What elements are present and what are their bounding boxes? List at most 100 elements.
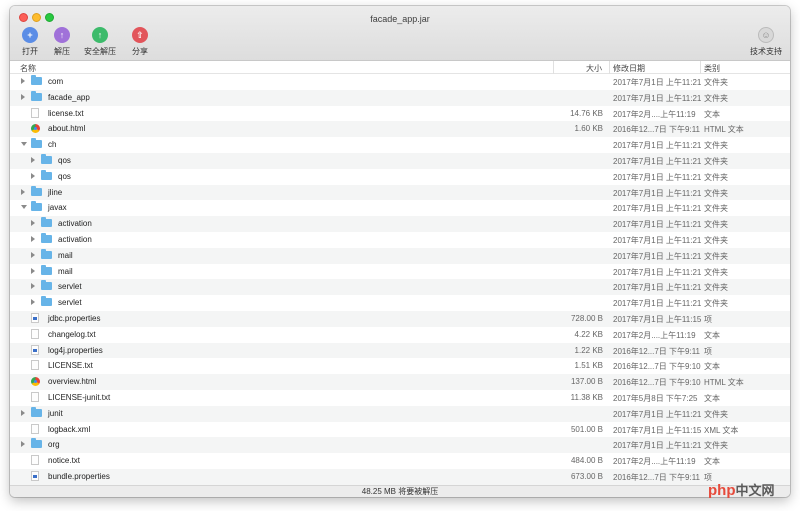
disclosure-closed-icon[interactable] <box>21 78 25 84</box>
disclosure-closed-icon[interactable] <box>21 188 25 195</box>
disclosure-closed-icon[interactable] <box>21 93 25 100</box>
file-row[interactable]: activation 2017年7月1日 上午11:21 文件夹 <box>10 232 790 248</box>
share-button[interactable]: ⇧ 分享 <box>122 27 158 57</box>
safe-extract-icon: ↑ <box>92 27 108 43</box>
file-kind: 文件夹 <box>704 204 728 214</box>
file-row[interactable]: overview.html 137.00 B 2016年12...7日 下午9:10… <box>10 374 790 390</box>
disclosure-closed-icon[interactable] <box>21 409 25 416</box>
file-row[interactable]: jdbc.properties 728.00 B 2017年7月1日 上午11:15… <box>10 311 790 327</box>
file-row[interactable]: mail 2017年7月1日 上午11:21 文件夹 <box>10 264 790 280</box>
file-row[interactable]: facade_app 2017年7月1日 上午11:21 文件夹 <box>10 89 790 106</box>
file-row[interactable]: servlet 2017年7月1日 上午11:21 文件夹 <box>10 279 790 296</box>
file-kind: 文件夹 <box>704 157 728 166</box>
column-modified[interactable]: 修改日期 <box>613 63 645 74</box>
file-kind: 文件夹 <box>704 93 728 103</box>
file-name: license.txt <box>48 108 84 118</box>
column-size[interactable]: 大小 <box>586 63 602 74</box>
file-size: 11.38 KB <box>570 393 603 402</box>
file-modified-date: 2016年12...7日 下午9:11 <box>613 125 701 135</box>
file-kind: 文件夹 <box>704 236 728 245</box>
file-row[interactable]: qos 2017年7月1日 上午11:21 文件夹 <box>10 169 790 185</box>
file-kind: 文件夹 <box>704 409 728 419</box>
disclosure-closed-icon[interactable] <box>21 441 25 448</box>
column-divider[interactable] <box>553 61 554 74</box>
disclosure-closed-icon[interactable] <box>31 267 35 274</box>
file-row[interactable]: license.txt 14.76 KB 2017年2月....上午11:19 文本 <box>10 106 790 122</box>
support-button-label: 技术支持 <box>750 47 782 56</box>
disclosure-open-icon[interactable] <box>21 142 27 147</box>
file-kind: XML 文本 <box>704 425 739 435</box>
support-button[interactable]: ☺ 技术支持 <box>746 27 786 57</box>
disclosure-closed-icon[interactable] <box>31 236 35 242</box>
file-name: javax <box>48 203 67 213</box>
file-name: qos <box>58 156 71 165</box>
support-icon: ☺ <box>758 27 774 43</box>
share-icon: ⇧ <box>132 27 148 43</box>
file-modified-date: 2017年5月8日 下午7:25 <box>613 394 698 403</box>
watermark-cn: 中文网 <box>735 483 775 498</box>
file-row[interactable]: org 2017年7月1日 上午11:21 文件夹 <box>10 437 790 454</box>
file-row[interactable]: jline 2017年7月1日 上午11:21 文件夹 <box>10 184 790 201</box>
window-title: facade_app.jar <box>370 14 430 24</box>
folder-icon <box>41 264 52 275</box>
file-row[interactable]: bundle.properties 673.00 B 2016年12...7日 下午… <box>10 469 790 485</box>
document-icon <box>31 455 39 466</box>
file-row[interactable]: ch 2017年7月1日 上午11:21 文件夹 <box>10 137 790 153</box>
folder-icon <box>41 280 52 291</box>
file-row[interactable]: LICENSE-junit.txt 11.38 KB 2017年5月8日 下午7:2… <box>10 390 790 406</box>
file-modified-date: 2017年7月1日 上午11:21 <box>613 141 702 151</box>
extract-button[interactable]: ↑ 解压 <box>44 27 80 57</box>
folder-icon <box>41 217 52 228</box>
file-row[interactable]: junit 2017年7月1日 上午11:21 文件夹 <box>10 405 790 422</box>
file-row[interactable]: javax 2017年7月1日 上午11:21 文件夹 <box>10 200 790 216</box>
file-modified-date: 2017年2月....上午11:19 <box>613 330 696 340</box>
disclosure-closed-icon[interactable] <box>31 283 35 290</box>
file-row[interactable]: notice.txt 484.00 B 2017年2月....上午11:19 文本 <box>10 453 790 469</box>
file-row[interactable]: changelog.txt 4.22 KB 2017年2月....上午11:19 文本 <box>10 327 790 343</box>
properties-file-icon <box>31 471 39 481</box>
file-modified-date: 2017年7月1日 上午11:15 <box>613 425 702 435</box>
file-name: log4j.properties <box>48 345 103 355</box>
file-list: com 2017年7月1日 上午11:21 文件夹 facade_app 2017年7月… <box>10 74 790 485</box>
column-name[interactable]: 名称 <box>20 63 36 74</box>
watermark-php: php <box>708 482 736 499</box>
disclosure-open-icon[interactable] <box>21 205 27 210</box>
file-modified-date: 2016年12...7日 下午9:11 <box>613 473 701 482</box>
file-row[interactable]: LICENSE.txt 1.51 KB 2016年12...7日 下午9:10 文本 <box>10 358 790 374</box>
file-name: about.html <box>48 124 86 134</box>
disclosure-closed-icon[interactable] <box>31 299 35 306</box>
file-modified-date: 2017年7月1日 上午11:15 <box>613 315 702 324</box>
status-bar: 48.25 MB 将要被解压 <box>10 485 790 497</box>
open-button[interactable]: + 打开 <box>12 27 48 57</box>
file-row[interactable]: activation 2017年7月1日 上午11:21 文件夹 <box>10 216 790 232</box>
file-row[interactable]: log4j.properties 1.22 KB 2016年12...7日 下午9:… <box>10 342 790 359</box>
html-file-icon <box>31 377 40 387</box>
document-icon <box>31 392 39 402</box>
file-row[interactable]: com 2017年7月1日 上午11:21 文件夹 <box>10 74 790 90</box>
file-modified-date: 2016年12...7日 下午9:11 <box>613 346 701 356</box>
column-divider[interactable] <box>700 61 701 74</box>
file-modified-date: 2017年7月1日 上午11:21 <box>613 172 702 182</box>
file-size: 4.22 KB <box>574 329 603 339</box>
disclosure-closed-icon[interactable] <box>31 172 35 179</box>
disclosure-closed-icon[interactable] <box>31 157 35 163</box>
disclosure-closed-icon[interactable] <box>31 251 35 258</box>
file-modified-date: 2017年7月1日 上午11:21 <box>613 236 702 245</box>
file-kind: 文件夹 <box>704 78 728 87</box>
file-row[interactable]: logback.xml 501.00 B 2017年7月1日 上午11:15 XML … <box>10 422 790 438</box>
file-kind: 项 <box>704 315 712 324</box>
extract-button-label: 解压 <box>54 47 70 56</box>
column-divider[interactable] <box>609 61 610 74</box>
file-name: jline <box>48 187 63 197</box>
disclosure-closed-icon[interactable] <box>31 220 35 227</box>
file-name: org <box>48 440 60 450</box>
file-row[interactable]: mail 2017年7月1日 上午11:21 文件夹 <box>10 247 790 264</box>
file-row[interactable]: servlet 2017年7月1日 上午11:21 文件夹 <box>10 295 790 311</box>
file-row[interactable]: about.html 1.60 KB 2016年12...7日 下午9:11 HTML… <box>10 121 790 138</box>
file-row[interactable]: qos 2017年7月1日 上午11:21 文件夹 <box>10 153 790 169</box>
safe-extract-button[interactable]: ↑ 安全解压 <box>82 27 118 57</box>
file-kind: 文件夹 <box>704 172 728 182</box>
file-size: 1.51 KB <box>574 361 603 371</box>
file-kind: 文件夹 <box>704 188 728 198</box>
column-kind[interactable]: 类别 <box>704 63 720 74</box>
